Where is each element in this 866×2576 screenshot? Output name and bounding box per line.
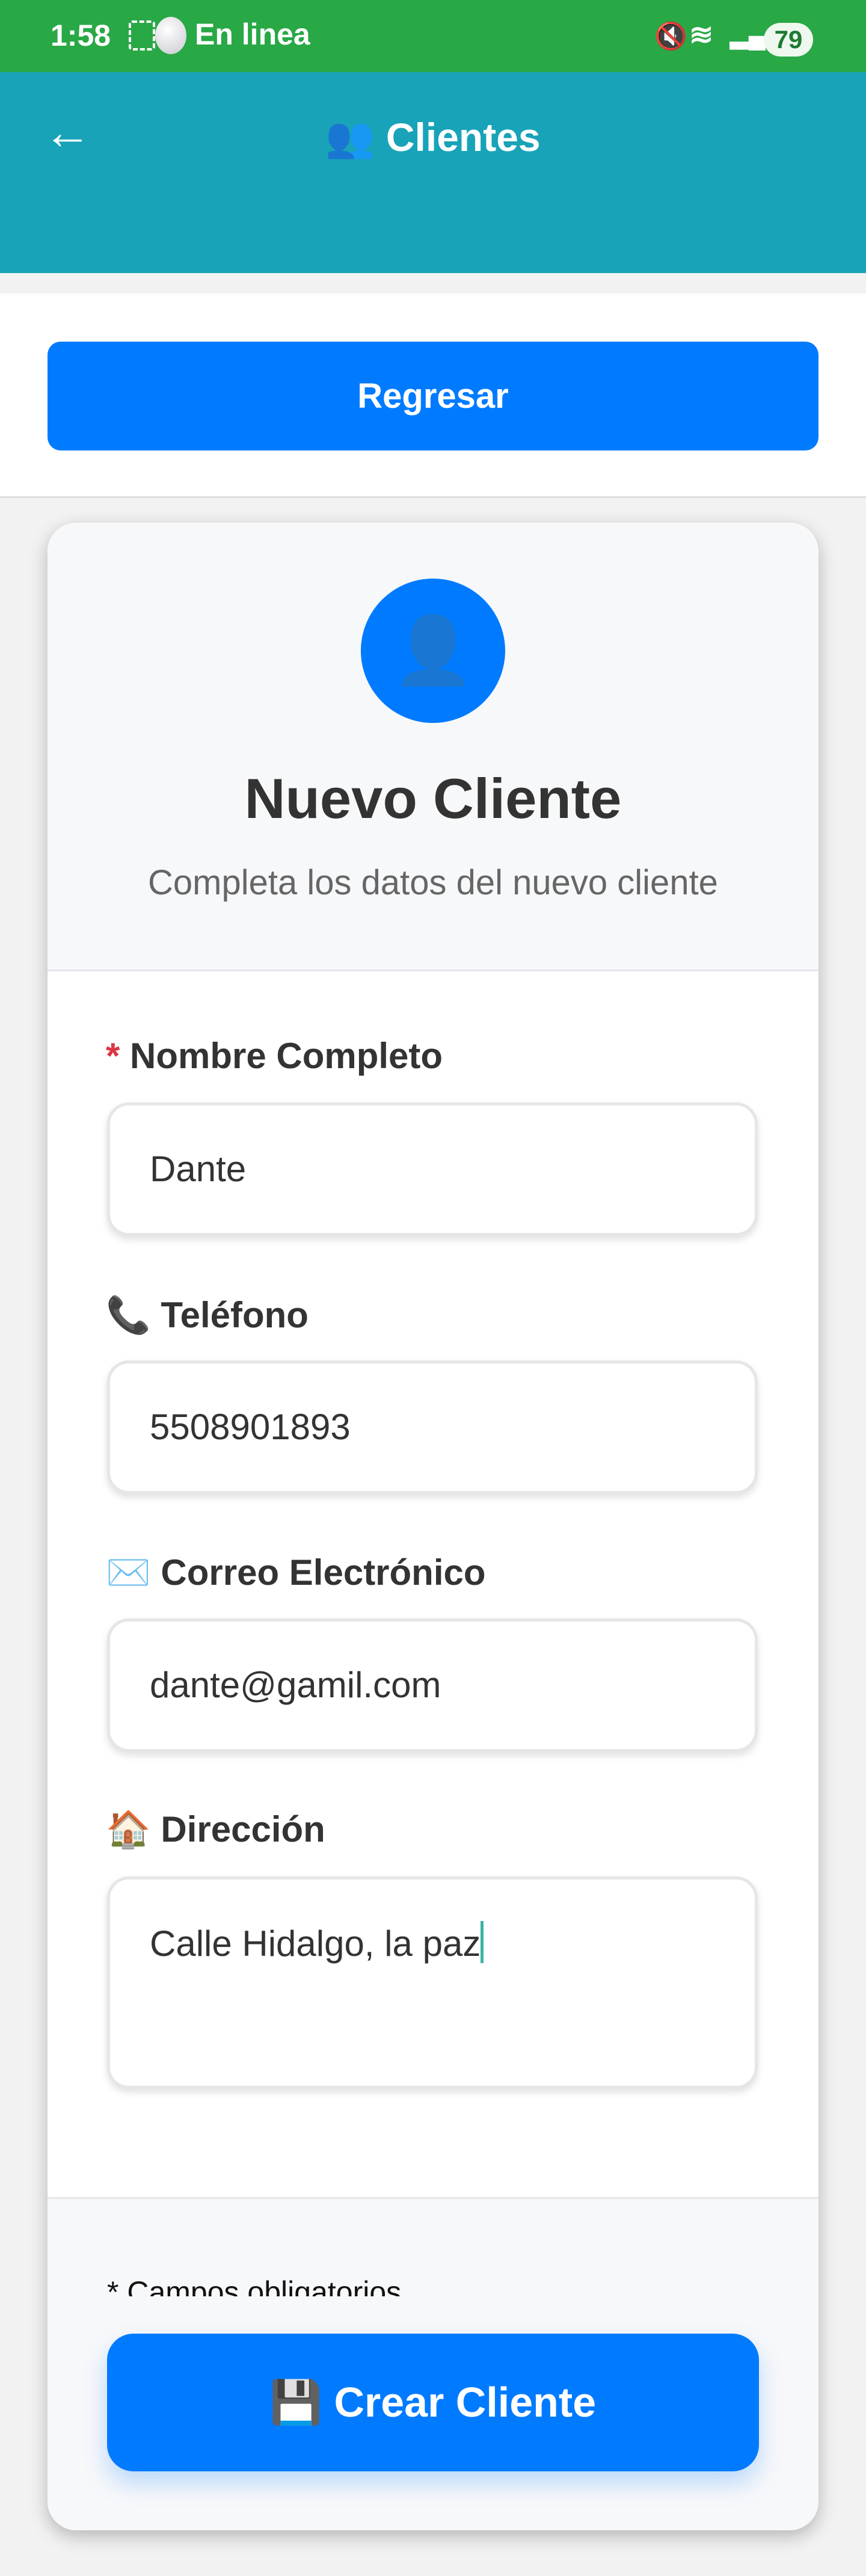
clients-icon: 👥 <box>325 115 375 159</box>
email-input[interactable]: dante@gamil.com <box>107 1618 758 1752</box>
regresar-button[interactable]: Regresar <box>48 342 818 450</box>
status-time: 1:58 <box>51 19 111 52</box>
status-notification-text: En linea <box>195 17 310 51</box>
envelope-icon: ✉️ <box>106 1552 151 1593</box>
status-bar: 1:58 En linea 🔇 ≋ ▂▄ 79 <box>0 0 866 72</box>
text-cursor <box>481 1921 484 1963</box>
card-footer: * Campos obligatorios 💾 Crear Cliente <box>48 2197 818 2530</box>
address-textarea[interactable]: Calle Hidalgo, la paz <box>107 1877 758 2089</box>
screen-record-icon <box>129 20 155 51</box>
form-title: Nuevo Cliente <box>244 767 622 830</box>
phone-icon: 📞 <box>106 1295 151 1335</box>
phone-label: 📞 Teléfono <box>106 1295 309 1335</box>
name-input[interactable]: Dante <box>107 1102 758 1236</box>
floppy-disk-icon: 💾 <box>269 2378 322 2426</box>
required-fields-note: * Campos obligatorios <box>107 2275 402 2296</box>
name-label: * Nombre Completo <box>106 1036 443 1076</box>
mute-icon: 🔇 <box>654 22 687 51</box>
page-title: 👥 Clientes <box>325 115 541 159</box>
app-bar <box>0 72 866 273</box>
signal-icon: ▂▄ <box>730 22 766 49</box>
required-icon: * <box>106 1036 120 1076</box>
top-actions: Regresar <box>0 294 866 498</box>
phone-input[interactable]: 5508901893 <box>107 1360 758 1494</box>
address-label: 🏠 Dirección <box>106 1809 325 1849</box>
new-client-card: 👤 Nuevo Cliente Completa los datos del n… <box>48 523 818 2530</box>
house-icon: 🏠 <box>106 1809 151 1849</box>
email-label: ✉️ Correo Electrónico <box>106 1552 486 1593</box>
form-subtitle: Completa los datos del nuevo cliente <box>148 863 718 902</box>
card-header: 👤 Nuevo Cliente Completa los datos del n… <box>48 523 818 971</box>
create-client-button[interactable]: 💾 Crear Cliente <box>107 2334 759 2471</box>
user-avatar-icon: 👤 <box>361 579 505 723</box>
notification-bubble-icon <box>155 17 186 54</box>
wifi-icon: ≋ <box>689 19 714 51</box>
battery-level: 79 <box>764 23 813 57</box>
